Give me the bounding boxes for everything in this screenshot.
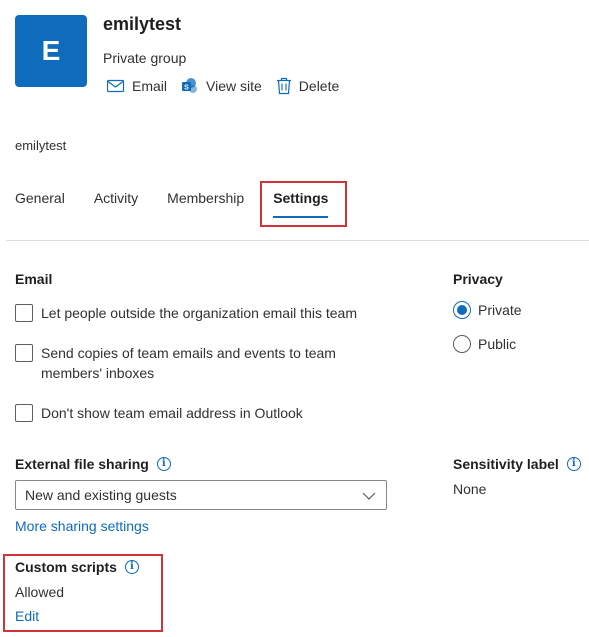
more-sharing-settings-link[interactable]: More sharing settings bbox=[15, 518, 149, 534]
email-option-send-copies[interactable]: Send copies of team emails and events to… bbox=[15, 343, 360, 383]
sensitivity-value: None bbox=[453, 481, 487, 497]
custom-scripts-highlight-box bbox=[3, 554, 163, 632]
mail-icon bbox=[107, 79, 125, 93]
privacy-option-private[interactable]: Private bbox=[453, 301, 522, 319]
tab-general[interactable]: General bbox=[15, 188, 65, 218]
send-copies-label: Send copies of team emails and events to… bbox=[41, 345, 336, 381]
external-sharing-title-row: External file sharing i bbox=[15, 456, 171, 472]
external-sharing-title: External file sharing bbox=[15, 456, 149, 472]
public-radio[interactable] bbox=[453, 335, 471, 353]
external-sharing-selected: New and existing guests bbox=[25, 487, 177, 503]
group-title: emilytest bbox=[103, 14, 182, 34]
privacy-section-title: Privacy bbox=[453, 271, 503, 287]
trash-icon bbox=[276, 77, 292, 95]
delete-action-label: Delete bbox=[298, 78, 340, 94]
private-radio[interactable] bbox=[453, 301, 471, 319]
sensitivity-title-row: Sensitivity label i bbox=[453, 456, 581, 472]
group-avatar: E bbox=[15, 15, 87, 87]
view-site-action-label: View site bbox=[206, 78, 262, 94]
private-radio-label: Private bbox=[478, 302, 522, 318]
email-option-outside-org[interactable]: Let people outside the organization emai… bbox=[15, 303, 375, 323]
outside-org-checkbox[interactable] bbox=[15, 304, 33, 322]
tabs-divider bbox=[6, 240, 589, 241]
chevron-down-icon bbox=[362, 487, 376, 503]
email-action-label: Email bbox=[132, 78, 168, 94]
delete-action-button[interactable]: Delete bbox=[276, 77, 339, 95]
send-copies-checkbox[interactable] bbox=[15, 344, 33, 362]
outside-org-label: Let people outside the organization emai… bbox=[41, 305, 357, 321]
info-icon[interactable]: i bbox=[566, 457, 581, 471]
settings-tab-highlight-box bbox=[260, 181, 347, 227]
svg-text:S: S bbox=[184, 84, 189, 91]
tab-activity[interactable]: Activity bbox=[94, 188, 138, 218]
group-actions: Email S View site Delete bbox=[107, 77, 339, 95]
view-site-action-button[interactable]: S View site bbox=[181, 77, 262, 95]
privacy-option-public[interactable]: Public bbox=[453, 335, 516, 353]
email-action-button[interactable]: Email bbox=[107, 78, 167, 94]
hide-address-checkbox[interactable] bbox=[15, 404, 33, 422]
email-option-hide-address[interactable]: Don't show team email address in Outlook bbox=[15, 403, 375, 423]
hide-address-label: Don't show team email address in Outlook bbox=[41, 405, 303, 421]
group-type-label: Private group bbox=[103, 50, 187, 66]
email-section-title: Email bbox=[15, 271, 53, 287]
group-breadcrumb-name: emilytest bbox=[15, 138, 67, 153]
info-icon[interactable]: i bbox=[156, 457, 171, 471]
tab-membership[interactable]: Membership bbox=[167, 188, 244, 218]
external-sharing-dropdown[interactable]: New and existing guests bbox=[15, 480, 387, 510]
public-radio-label: Public bbox=[478, 336, 517, 352]
sharepoint-icon: S bbox=[181, 77, 199, 95]
sensitivity-title: Sensitivity label bbox=[453, 456, 559, 472]
